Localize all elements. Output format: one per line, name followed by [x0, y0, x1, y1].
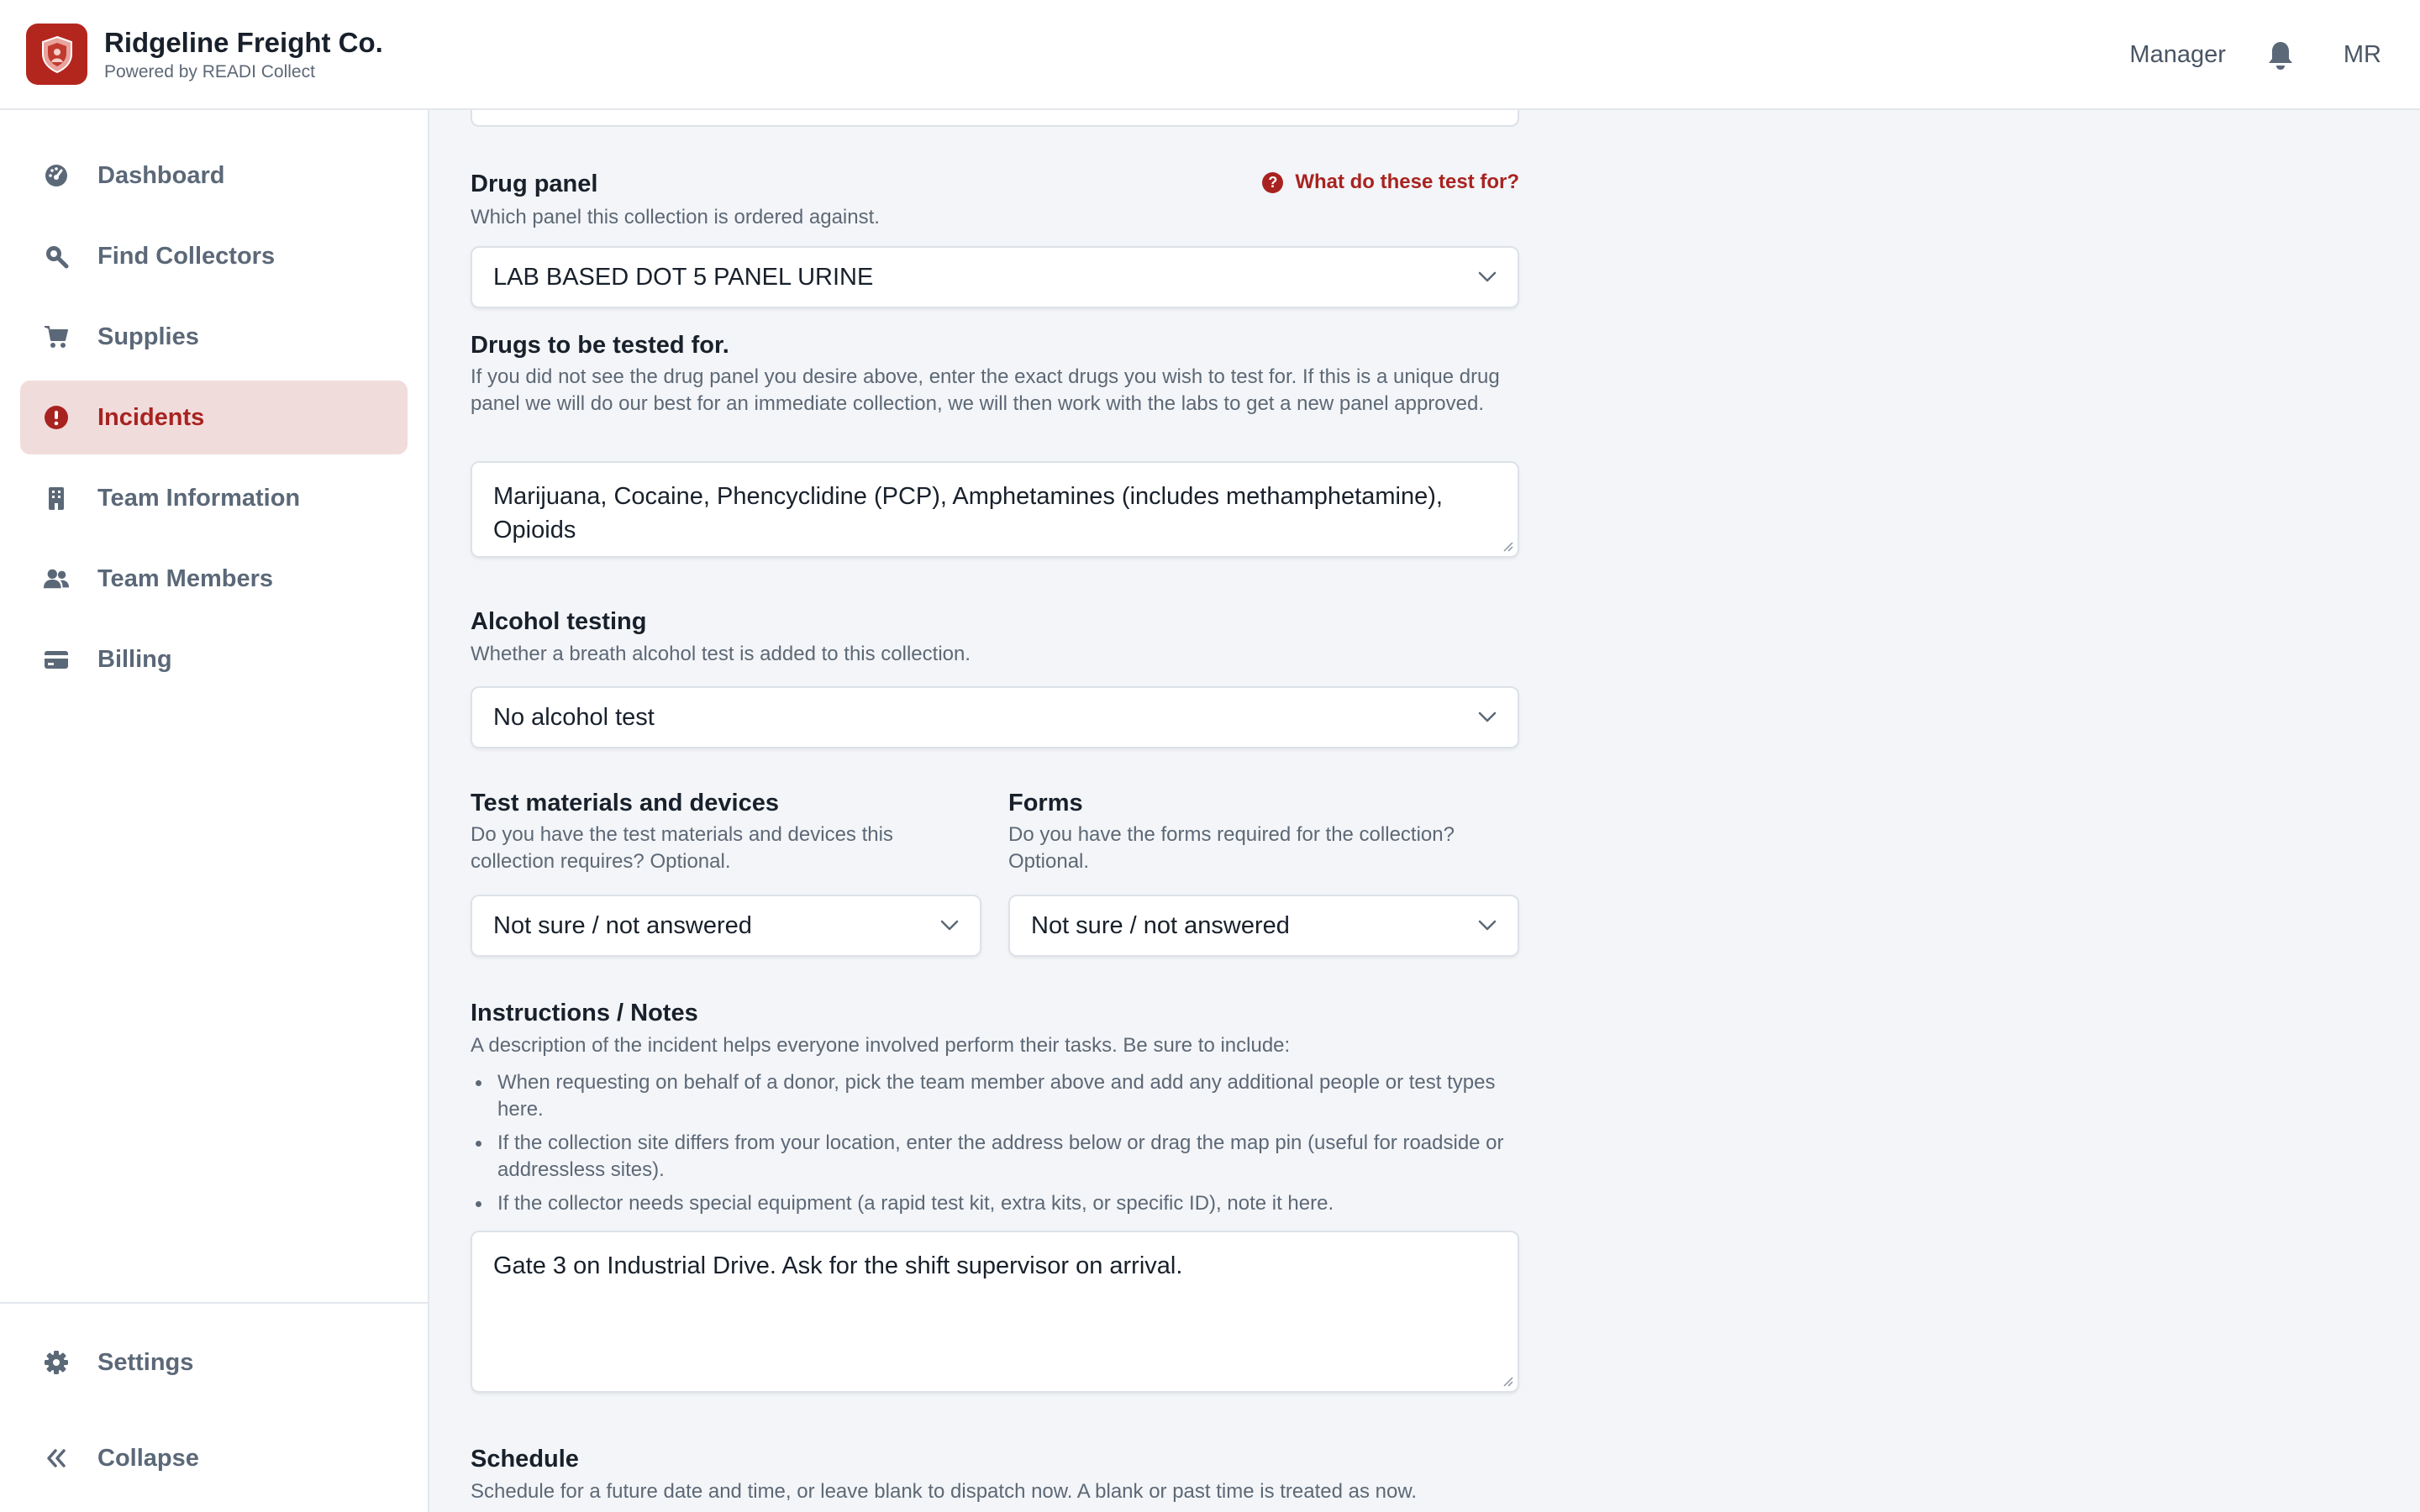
- sidebar-item-label: Incidents: [97, 403, 205, 431]
- sidebar-item-label: Team Information: [97, 484, 301, 512]
- dashboard-icon: [43, 162, 70, 189]
- resize-grip-icon[interactable]: [1499, 1373, 1514, 1388]
- credit-card-icon: [43, 646, 70, 673]
- sidebar-footer: Settings Collapse: [0, 1302, 428, 1502]
- bell-icon[interactable]: [2265, 39, 2296, 71]
- sidebar-item-label: Collapse: [97, 1444, 199, 1472]
- drug-panel-label: Drug panel: [471, 171, 598, 197]
- help-link-text: What do these test for?: [1295, 171, 1519, 193]
- sidebar-item-label: Billing: [97, 645, 172, 673]
- forms-select[interactable]: Not sure / not answered: [1008, 895, 1519, 957]
- chevron-down-icon: [1478, 920, 1497, 931]
- alcohol-testing-value: No alcohol test: [493, 703, 655, 731]
- chevron-down-icon: [940, 920, 959, 931]
- double-chevron-left-icon: [43, 1445, 70, 1472]
- list-item: When requesting on behalf of a donor, pi…: [471, 1069, 1519, 1123]
- sidebar-item-label: Dashboard: [97, 161, 225, 189]
- forms-help: Do you have the forms required for the c…: [1008, 823, 1455, 873]
- test-materials-value: Not sure / not answered: [493, 911, 752, 939]
- top-header: Ridgeline Freight Co. Powered by READI C…: [0, 0, 2420, 110]
- sidebar-item-dashboard[interactable]: Dashboard: [20, 139, 408, 213]
- sidebar: Dashboard Find Collectors Supplies Incid…: [0, 110, 429, 1512]
- shield-logo-icon: [26, 24, 87, 85]
- drugs-tested-textarea[interactable]: Marijuana, Cocaine, Phencyclidine (PCP),…: [471, 461, 1519, 558]
- alert-icon: [43, 404, 70, 431]
- company-name: Ridgeline Freight Co.: [104, 26, 383, 58]
- previous-field-bottom: [471, 110, 1519, 127]
- sidebar-collapse-button[interactable]: Collapse: [20, 1421, 408, 1495]
- alcohol-testing-help: Whether a breath alcohol test is added t…: [471, 643, 971, 665]
- list-item: If the collector needs special equipment…: [471, 1190, 1519, 1217]
- sidebar-item-team-information[interactable]: Team Information: [20, 461, 408, 535]
- user-avatar[interactable]: MR: [2344, 41, 2381, 69]
- sidebar-item-supplies[interactable]: Supplies: [20, 300, 408, 374]
- sidebar-item-find-collectors[interactable]: Find Collectors: [20, 219, 408, 293]
- list-item: If the collection site differs from your…: [471, 1130, 1519, 1184]
- notes-help: A description of the incident helps ever…: [471, 1034, 1291, 1057]
- sidebar-item-label: Supplies: [97, 323, 199, 350]
- question-icon: ?: [1262, 171, 1284, 193]
- building-icon: [43, 485, 70, 512]
- schedule-help: Schedule for a future date and time, or …: [471, 1480, 1418, 1503]
- drugs-tested-help: If you did not see the drug panel you de…: [471, 365, 1500, 415]
- sidebar-item-settings[interactable]: Settings: [20, 1326, 408, 1399]
- sidebar-nav: Dashboard Find Collectors Supplies Incid…: [0, 110, 428, 696]
- forms-label: Forms: [1008, 790, 1083, 816]
- drug-panel-help: Which panel this collection is ordered a…: [471, 206, 880, 228]
- sidebar-item-billing[interactable]: Billing: [20, 622, 408, 696]
- drug-panel-help-link[interactable]: ? What do these test for?: [1262, 171, 1519, 194]
- brand[interactable]: Ridgeline Freight Co. Powered by READI C…: [26, 24, 383, 85]
- test-materials-label: Test materials and devices: [471, 790, 779, 816]
- drug-panel-select[interactable]: LAB BASED DOT 5 PANEL URINE: [471, 246, 1519, 308]
- gear-icon: [43, 1349, 70, 1376]
- drugs-tested-value: Marijuana, Cocaine, Phencyclidine (PCP),…: [493, 483, 1443, 543]
- role-switcher[interactable]: Manager: [2129, 41, 2225, 69]
- alcohol-testing-select[interactable]: No alcohol test: [471, 686, 1519, 748]
- notes-label: Instructions / Notes: [471, 1000, 698, 1026]
- powered-by-text: Powered by READI Collect: [104, 61, 315, 81]
- sidebar-item-label: Find Collectors: [97, 242, 276, 270]
- notes-textarea[interactable]: Gate 3 on Industrial Drive. Ask for the …: [471, 1231, 1519, 1393]
- sidebar-item-incidents[interactable]: Incidents: [20, 381, 408, 454]
- drug-panel-value: LAB BASED DOT 5 PANEL URINE: [493, 263, 874, 291]
- sidebar-item-label: Team Members: [97, 564, 273, 592]
- drugs-tested-label: Drugs to be tested for.: [471, 332, 729, 359]
- test-materials-help: Do you have the test materials and devic…: [471, 823, 893, 873]
- schedule-label: Schedule: [471, 1446, 579, 1473]
- cart-icon: [43, 323, 70, 350]
- sidebar-item-label: Settings: [97, 1348, 194, 1376]
- users-icon: [43, 565, 70, 592]
- alcohol-testing-label: Alcohol testing: [471, 608, 647, 635]
- sidebar-item-team-members[interactable]: Team Members: [20, 542, 408, 616]
- notes-value: Gate 3 on Industrial Drive. Ask for the …: [493, 1252, 1183, 1279]
- search-icon: [43, 243, 70, 270]
- chevron-down-icon: [1478, 711, 1497, 722]
- chevron-down-icon: [1478, 271, 1497, 282]
- test-materials-select[interactable]: Not sure / not answered: [471, 895, 981, 957]
- notes-guidance-list: When requesting on behalf of a donor, pi…: [471, 1069, 1519, 1224]
- resize-grip-icon[interactable]: [1499, 538, 1514, 553]
- forms-value: Not sure / not answered: [1031, 911, 1290, 939]
